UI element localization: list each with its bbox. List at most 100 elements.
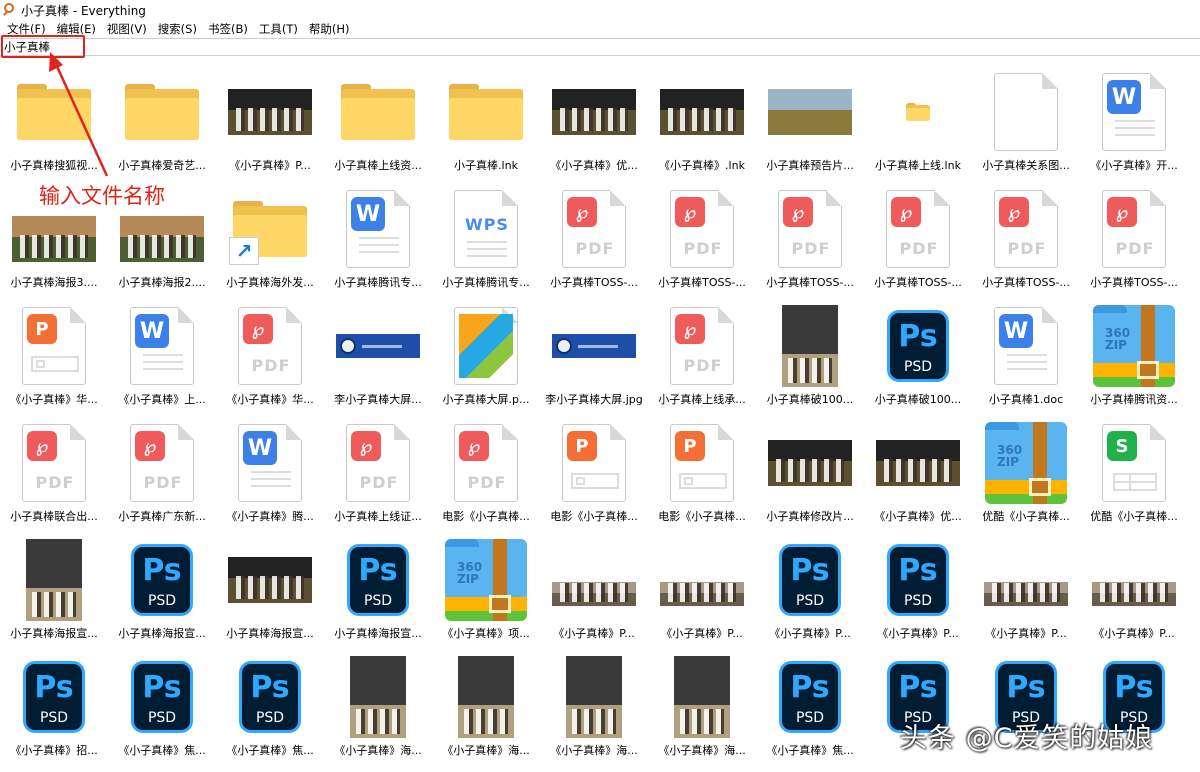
file-tile[interactable]: ℘ PDF 小子真棒TOSS-...	[976, 187, 1076, 299]
file-tile[interactable]: ↗ 小子真棒海外发...	[220, 187, 320, 299]
file-name: 《小子真棒》优...	[874, 510, 962, 523]
file-name: 《小子真棒》P...	[553, 627, 635, 640]
file-tile[interactable]: ℘ PDF 《小子真棒》华...	[220, 304, 320, 416]
file-tile[interactable]: ℘ PDF 小子真棒上线证...	[328, 421, 428, 533]
file-tile[interactable]: 小子真棒.lnk	[436, 70, 536, 182]
file-tile[interactable]: 小子真棒上线资...	[328, 70, 428, 182]
search-input[interactable]	[2, 39, 1198, 55]
file-tile[interactable]: Ps PSD 《小子真棒》P...	[868, 538, 968, 650]
image-thumbnail	[768, 89, 852, 135]
file-thumbnail: ℘ PDF	[4, 421, 104, 505]
file-thumbnail	[4, 538, 104, 622]
file-thumbnail: ℘ PDF	[220, 304, 320, 388]
file-tile[interactable]: 小子真棒爱奇艺...	[112, 70, 212, 182]
file-tile[interactable]: 小子真棒大屏.p...	[436, 304, 536, 416]
file-tile[interactable]: ℘ PDF 小子真棒TOSS-...	[760, 187, 860, 299]
file-tile[interactable]: Ps PSD 《小子真棒》招...	[4, 655, 104, 767]
shortcut-arrow-icon: ↗	[229, 237, 259, 265]
menu-bookmarks[interactable]: 书签(B)	[204, 21, 252, 37]
file-thumbnail: S	[1084, 421, 1184, 505]
file-tile[interactable]: 《小子真棒》海...	[328, 655, 428, 767]
file-name: 小子真棒上线.lnk	[875, 159, 961, 172]
file-name: 《小子真棒》海...	[334, 744, 422, 757]
file-tile[interactable]: 小子真棒海报宣...	[220, 538, 320, 650]
file-tile[interactable]: 《小子真棒》P...	[976, 538, 1076, 650]
file-tile[interactable]: P 电影《小子真棒...	[544, 421, 644, 533]
file-tile[interactable]: 《小子真棒》P...	[652, 538, 752, 650]
file-tile[interactable]: 小子真棒上线.lnk	[868, 70, 968, 182]
excel-document-icon: S	[1102, 424, 1166, 502]
menu-search[interactable]: 搜索(S)	[154, 21, 201, 37]
image-thumbnail	[552, 334, 636, 358]
menu-tools[interactable]: 工具(T)	[255, 21, 302, 37]
file-name: 电影《小子真棒...	[550, 510, 638, 523]
file-tile[interactable]: 《小子真棒》P...	[544, 538, 644, 650]
file-tile[interactable]: ℘ PDF 小子真棒上线承...	[652, 304, 752, 416]
file-tile[interactable]: W 《小子真棒》开...	[1084, 70, 1184, 182]
file-tile[interactable]: W 小子真棒1.doc	[976, 304, 1076, 416]
file-name: 小子真棒爱奇艺...	[118, 159, 206, 172]
menu-view[interactable]: 视图(V)	[103, 21, 151, 37]
file-tile[interactable]: Ps PSD 小子真棒破100...	[868, 304, 968, 416]
file-name: 《小子真棒》华...	[10, 393, 98, 406]
file-tile[interactable]: 小子真棒关系图...	[976, 70, 1076, 182]
file-tile[interactable]: Ps PSD 《小子真棒》P...	[760, 538, 860, 650]
file-tile[interactable]: Ps PSD 《小子真棒》焦...	[112, 655, 212, 767]
file-tile[interactable]: 《小子真棒》海...	[652, 655, 752, 767]
file-thumbnail	[4, 70, 104, 154]
file-tile[interactable]: 小子真棒预告片...	[760, 70, 860, 182]
file-thumbnail: Ps PSD	[868, 304, 968, 388]
file-tile[interactable]: ℘ PDF 小子真棒广东新...	[112, 421, 212, 533]
file-tile[interactable]: 360 ZIP 《小子真棒》项...	[436, 538, 536, 650]
file-name: 小子真棒海报宣...	[118, 627, 206, 640]
file-tile[interactable]: ℘ PDF 小子真棒TOSS-...	[1084, 187, 1184, 299]
menu-edit[interactable]: 编辑(E)	[53, 21, 100, 37]
file-tile[interactable]: ℘ PDF 小子真棒TOSS-...	[544, 187, 644, 299]
file-thumbnail: ℘ PDF	[436, 421, 536, 505]
file-thumbnail: P	[4, 304, 104, 388]
file-tile[interactable]: S 优酷《小子真棒...	[1084, 421, 1184, 533]
file-tile[interactable]: ℘ PDF 电影《小子真棒...	[436, 421, 536, 533]
file-tile[interactable]: 《小子真棒》海...	[436, 655, 536, 767]
file-tile[interactable]: 《小子真棒》海...	[544, 655, 644, 767]
file-tile[interactable]: Ps PSD 小子真棒海报宣...	[328, 538, 428, 650]
file-tile[interactable]: P 电影《小子真棒...	[652, 421, 752, 533]
file-tile[interactable]: 《小子真棒》P...	[1084, 538, 1184, 650]
file-tile[interactable]: 360 ZIP 优酷《小子真棒...	[976, 421, 1076, 533]
file-tile[interactable]: WPS 小子真棒腾讯专...	[436, 187, 536, 299]
file-thumbnail: Ps PSD	[4, 655, 104, 739]
file-tile[interactable]: 小子真棒破100...	[760, 304, 860, 416]
file-name: 《小子真棒》.lnk	[659, 159, 745, 172]
file-tile[interactable]: 李小子真棒大屏...	[328, 304, 428, 416]
file-thumbnail: Ps PSD	[868, 538, 968, 622]
file-tile[interactable]: W 小子真棒腾讯专...	[328, 187, 428, 299]
file-tile[interactable]: 《小子真棒》优...	[868, 421, 968, 533]
file-tile[interactable]: 《小子真棒》优...	[544, 70, 644, 182]
file-tile[interactable]: W 《小子真棒》腾...	[220, 421, 320, 533]
file-tile[interactable]: 《小子真棒》P...	[220, 70, 320, 182]
pdf-document-icon: ℘ PDF	[22, 424, 86, 502]
file-tile[interactable]: Ps PSD 《小子真棒》焦...	[760, 655, 860, 767]
file-tile[interactable]: 小子真棒搜狐视...	[4, 70, 104, 182]
file-tile[interactable]: P 《小子真棒》华...	[4, 304, 104, 416]
file-name: 小子真棒上线承...	[658, 393, 746, 406]
file-tile[interactable]: ℘ PDF 小子真棒联合出...	[4, 421, 104, 533]
file-tile[interactable]: Ps PSD 小子真棒海报宣...	[112, 538, 212, 650]
file-tile[interactable]: 李小子真棒大屏.jpg	[544, 304, 644, 416]
file-tile[interactable]: 360 ZIP 小子真棒腾讯资...	[1084, 304, 1184, 416]
file-tile[interactable]: ℘ PDF 小子真棒TOSS-...	[652, 187, 752, 299]
menu-file[interactable]: 文件(F)	[3, 21, 50, 37]
file-tile[interactable]: 小子真棒修改片...	[760, 421, 860, 533]
file-thumbnail	[760, 304, 860, 388]
word-document-icon: W	[346, 190, 410, 268]
file-thumbnail: 360 ZIP	[976, 421, 1076, 505]
menu-help[interactable]: 帮助(H)	[305, 21, 354, 37]
file-tile[interactable]: Ps PSD 《小子真棒》焦...	[220, 655, 320, 767]
file-name: 《小子真棒》优...	[550, 159, 638, 172]
file-name: 小子真棒海报宣...	[226, 627, 314, 640]
file-tile[interactable]: W 《小子真棒》上...	[112, 304, 212, 416]
pdf-document-icon: ℘ PDF	[1102, 190, 1166, 268]
file-tile[interactable]: 小子真棒海报宣...	[4, 538, 104, 650]
file-tile[interactable]: 《小子真棒》.lnk	[652, 70, 752, 182]
file-tile[interactable]: ℘ PDF 小子真棒TOSS-...	[868, 187, 968, 299]
